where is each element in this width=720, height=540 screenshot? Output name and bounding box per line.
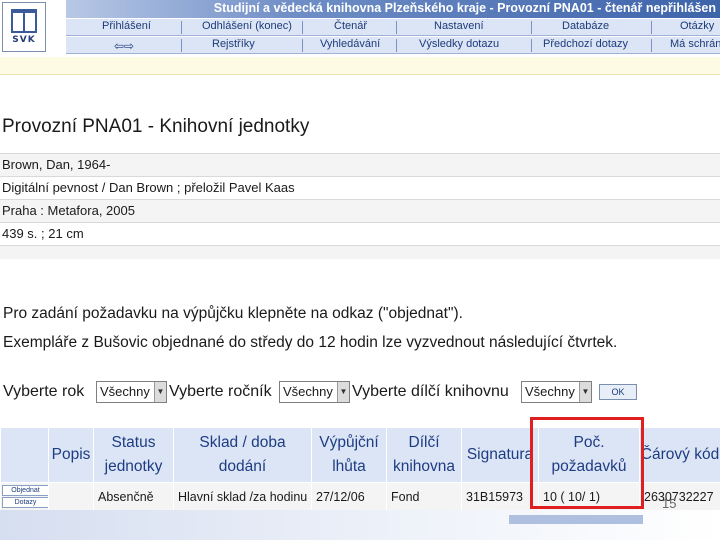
chevron-down-icon: ▼ xyxy=(154,382,166,402)
col-header-status[interactable]: Status jednotky xyxy=(93,427,174,483)
ok-button[interactable]: OK xyxy=(599,384,637,400)
nav-settings[interactable]: Nastavení xyxy=(434,20,484,32)
volume-label: Vyberte ročník xyxy=(169,383,272,400)
cell-status: Absenčně xyxy=(93,482,174,511)
col-header-storage[interactable]: Sklad / doba dodání xyxy=(173,427,312,483)
nav-separator xyxy=(396,21,397,34)
nav-separator xyxy=(531,39,532,52)
order-button[interactable]: Objednat xyxy=(2,485,48,496)
year-label: Vyberte rok xyxy=(3,383,85,400)
message-band xyxy=(0,57,720,75)
library-logo[interactable]: SVK xyxy=(2,2,46,52)
chevron-down-icon: ▼ xyxy=(579,382,591,402)
nav-separator xyxy=(651,39,652,52)
nav-questions[interactable]: Otázky xyxy=(680,20,714,32)
logo-text: SVK xyxy=(12,35,36,45)
col-header-barcode[interactable]: Čárový kód xyxy=(639,427,720,483)
title-strip: Studijní a vědecká knihovna Plzeňského k… xyxy=(66,0,720,18)
cell-storage: Hlavní sklad /za hodinu xyxy=(173,482,312,511)
queries-button[interactable]: Dotazy xyxy=(2,497,48,508)
cell-branch: Fond xyxy=(386,482,462,511)
nav-separator xyxy=(181,21,182,34)
nav-row-primary: Přihlášení Odhlášení (konec) Čtenář Nast… xyxy=(66,19,720,36)
branch-select-value: Všechny xyxy=(525,384,575,399)
nav-separator xyxy=(531,21,532,34)
nav-previous-queries[interactable]: Předchozí dotazy xyxy=(543,38,628,50)
nav-results[interactable]: Výsledky dotazu xyxy=(419,38,499,50)
nav-separator xyxy=(396,39,397,52)
window-title: Studijní a vědecká knihovna Plzeňského k… xyxy=(213,1,716,15)
volume-select-value: Všechny xyxy=(283,384,333,399)
col-header-description[interactable]: Popis xyxy=(48,427,94,483)
cell-call-number: 31B15973 xyxy=(461,482,539,511)
col-header-call-number[interactable]: Signatura xyxy=(461,427,539,483)
book-icon xyxy=(11,9,37,33)
nav-row-secondary: ⇦⇨ Rejstříky Vyhledávání Výsledky dotazu… xyxy=(66,37,720,54)
col-header-loan-period[interactable]: Výpůjční lhůta xyxy=(311,427,387,483)
record-extent: 439 s. ; 21 cm xyxy=(0,222,720,245)
slide-number: 15 xyxy=(662,496,677,511)
cell-description xyxy=(48,482,94,511)
nav-login[interactable]: Přihlášení xyxy=(102,20,151,32)
nav-indexes[interactable]: Rejstříky xyxy=(212,38,255,50)
volume-select[interactable]: Všechny ▼ xyxy=(279,381,350,403)
footer-strip xyxy=(509,515,643,524)
row-actions: Objednat Dotazy xyxy=(0,482,49,511)
app-banner: SVK Studijní a vědecká knihovna Plzeňské… xyxy=(0,0,720,57)
branch-label: Vyberte dílčí knihovnu xyxy=(352,383,509,400)
record-spacer xyxy=(0,245,720,259)
col-header-branch[interactable]: Dílčí knihovna xyxy=(386,427,462,483)
filter-bar: Vyberte rok Všechny ▼ Vyberte ročník Vše… xyxy=(3,380,720,406)
col-header-actions xyxy=(0,427,49,483)
cell-barcode: 2630732227 xyxy=(639,482,720,511)
chevron-down-icon: ▼ xyxy=(337,382,349,402)
year-select[interactable]: Všechny ▼ xyxy=(96,381,167,403)
pickup-note: Exempláře z Bušovic objednané do středy … xyxy=(3,334,618,351)
branch-select[interactable]: Všechny ▼ xyxy=(521,381,592,403)
page-title: Provozní PNA01 - Knihovní jednotky xyxy=(2,116,310,137)
bibliographic-record: Brown, Dan, 1964- Digitální pevnost / Da… xyxy=(0,153,720,259)
requests-highlight-box xyxy=(530,417,644,509)
nav-separator xyxy=(302,21,303,34)
nav-database[interactable]: Databáze xyxy=(562,20,609,32)
cell-loan-period: 27/12/06 xyxy=(311,482,387,511)
year-select-value: Všechny xyxy=(100,384,150,399)
nav-separator xyxy=(651,21,652,34)
nav-reader[interactable]: Čtenář xyxy=(334,20,367,32)
nav-logout[interactable]: Odhlášení (konec) xyxy=(202,20,292,32)
nav-separator xyxy=(181,39,182,52)
record-publisher: Praha : Metafora, 2005 xyxy=(0,199,720,222)
record-author: Brown, Dan, 1964- xyxy=(0,153,720,176)
order-instruction: Pro zadání požadavku na výpůjčku klepnět… xyxy=(3,305,463,322)
record-title: Digitální pevnost / Dan Brown ; přeložil… xyxy=(0,176,720,199)
nav-separator xyxy=(302,39,303,52)
nav-my-basket[interactable]: Má schránka xyxy=(670,38,720,50)
nav-search[interactable]: Vyhledávání xyxy=(320,38,380,50)
back-forward-arrows-icon[interactable]: ⇦⇨ xyxy=(114,39,134,53)
